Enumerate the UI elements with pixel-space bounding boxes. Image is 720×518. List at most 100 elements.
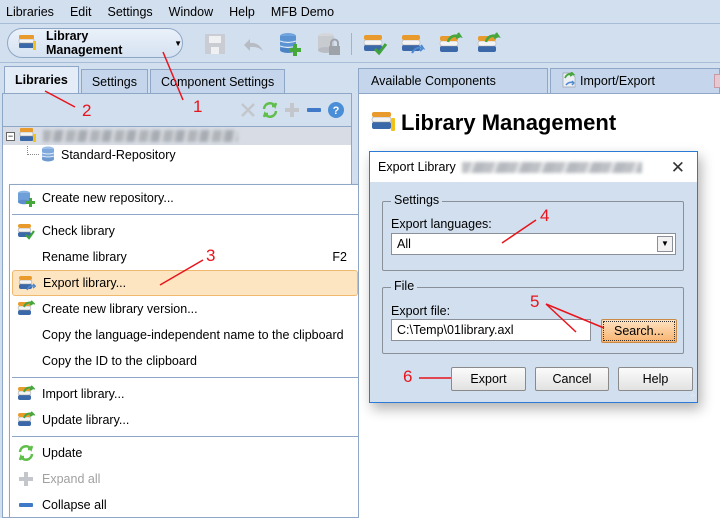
refresh-icon: [17, 444, 35, 462]
library-version-icon: [17, 300, 35, 318]
refresh-icon[interactable]: [261, 101, 279, 119]
save-button[interactable]: [202, 31, 228, 57]
export-file-input[interactable]: C:\Temp\01library.axl: [391, 319, 591, 341]
menu-item-copy-name[interactable]: Copy the language-independent name to th…: [10, 322, 360, 348]
chevron-down-icon[interactable]: ▼: [657, 236, 673, 252]
menu-separator: [12, 214, 358, 215]
tab-label: Available Components: [371, 74, 496, 88]
help-icon[interactable]: ?: [327, 101, 345, 119]
menu-item-label: Create new repository...: [42, 191, 174, 205]
menu-item-create-library-version[interactable]: Create new library version...: [10, 296, 360, 322]
tree-node-label: Standard-Repository: [61, 148, 176, 162]
panel-header: Library Management: [371, 109, 616, 136]
export-library-button[interactable]: [400, 31, 426, 57]
check-library-button[interactable]: [362, 31, 388, 57]
file-group-legend: File: [391, 279, 418, 293]
tab-component-settings-label: Component Settings: [160, 74, 275, 89]
right-tabbar: Available Components Import/Export: [358, 68, 720, 93]
database-lock-icon: [318, 33, 340, 55]
tree-node-standard-repository[interactable]: Standard-Repository: [3, 145, 351, 165]
toolbar-separator: [351, 33, 352, 55]
tab-libraries[interactable]: Libraries: [4, 66, 79, 93]
menu-item-label: Copy the ID to the clipboard: [42, 354, 197, 368]
menu-item-icon-placeholder: [17, 248, 35, 266]
update-library-button[interactable]: [476, 31, 502, 57]
menu-item-label: Create new library version...: [42, 302, 198, 316]
menu-item-copy-id[interactable]: Copy the ID to the clipboard: [10, 348, 360, 374]
menu-item-label: Copy the language-independent name to th…: [42, 328, 344, 342]
library-export-icon: [401, 35, 426, 54]
menu-item-collapse-all[interactable]: Collapse all: [10, 492, 360, 518]
import-export-icon: [561, 70, 577, 91]
tree-connector: [27, 145, 39, 155]
import-library-button[interactable]: [438, 31, 464, 57]
menu-item-label: Expand all: [42, 472, 101, 486]
menu-mfb-demo[interactable]: MFB Demo: [271, 5, 334, 19]
menu-item-rename-library[interactable]: Rename library F2: [10, 244, 360, 270]
menu-libraries[interactable]: Libraries: [6, 5, 54, 19]
menu-edit[interactable]: Edit: [70, 5, 92, 19]
menu-item-expand-all[interactable]: Expand all: [10, 466, 360, 492]
lock-repository-button[interactable]: [316, 31, 342, 57]
cancel-button[interactable]: Cancel: [535, 367, 609, 391]
export-button-label: Export: [470, 372, 507, 386]
library-check-icon: [17, 222, 35, 240]
tab-component-settings[interactable]: Component Settings: [149, 69, 286, 93]
collapse-node-icon[interactable]: −: [6, 131, 15, 141]
library-name-redacted: [43, 130, 238, 142]
library-management-icon: [371, 109, 397, 136]
tab-import-export[interactable]: Import/Export: [550, 68, 720, 93]
add-repository-button[interactable]: [278, 31, 304, 57]
resize-grip[interactable]: ⁘: [690, 392, 696, 400]
menu-help[interactable]: Help: [229, 5, 255, 19]
annotation-label-4: 4: [540, 206, 550, 225]
panel-title: Library Management: [401, 109, 617, 135]
undo-button[interactable]: [240, 31, 266, 57]
menu-item-update-library[interactable]: Update library...: [10, 407, 360, 433]
context-menu: Create new repository... Check library R…: [9, 184, 361, 518]
export-languages-select[interactable]: All ▼: [391, 233, 676, 255]
menubar: Libraries Edit Settings Window Help MFB …: [0, 0, 720, 24]
tab-settings-label: Settings: [91, 74, 137, 89]
select-value: All: [397, 237, 411, 251]
menu-separator: [12, 436, 358, 437]
left-tabbar: Libraries Settings Component Settings: [4, 66, 287, 93]
tab-available-components[interactable]: Available Components: [358, 68, 548, 93]
help-button[interactable]: Help: [618, 367, 693, 391]
tab-settings[interactable]: Settings: [80, 69, 148, 93]
menu-separator: [12, 377, 358, 378]
annotation-label-5: 5: [530, 292, 540, 311]
close-tab-button[interactable]: [714, 74, 720, 88]
menu-settings[interactable]: Settings: [107, 5, 152, 19]
menu-item-check-library[interactable]: Check library: [10, 218, 360, 244]
expand-icon: [17, 470, 35, 488]
library-check-icon: [363, 35, 388, 56]
search-button-label: Search...: [613, 324, 665, 338]
export-button[interactable]: Export: [451, 367, 526, 391]
menu-item-export-library[interactable]: Export library...: [12, 270, 358, 296]
tree-root-library[interactable]: −: [3, 127, 351, 145]
perspective-switcher[interactable]: Library Management ▼: [7, 28, 183, 58]
close-icon[interactable]: ✕: [671, 158, 685, 178]
perspective-label: Library Management: [46, 29, 123, 57]
delete-icon[interactable]: [239, 101, 257, 119]
menu-item-import-library[interactable]: Import library...: [10, 381, 360, 407]
dialog-title: Export Library: [378, 160, 456, 174]
search-button[interactable]: Search...: [601, 319, 677, 343]
menu-item-icon-placeholder: [17, 326, 35, 344]
expand-icon[interactable]: [283, 101, 301, 119]
tree-toolbar: ?: [3, 94, 351, 127]
menu-item-label: Rename library: [42, 250, 127, 264]
help-button-label: Help: [642, 372, 669, 386]
library-name-redacted: [461, 161, 642, 173]
menu-window[interactable]: Window: [169, 5, 213, 19]
collapse-icon[interactable]: [305, 101, 323, 119]
library-import-icon: [17, 385, 35, 403]
cancel-button-label: Cancel: [552, 372, 592, 386]
tab-libraries-label: Libraries: [15, 73, 68, 87]
menu-item-update[interactable]: Update: [10, 440, 360, 466]
menu-item-shortcut: F2: [332, 250, 347, 264]
export-file-label: Export file:: [391, 304, 451, 318]
library-update-icon: [17, 411, 35, 429]
menu-item-create-repository[interactable]: Create new repository...: [10, 185, 360, 211]
